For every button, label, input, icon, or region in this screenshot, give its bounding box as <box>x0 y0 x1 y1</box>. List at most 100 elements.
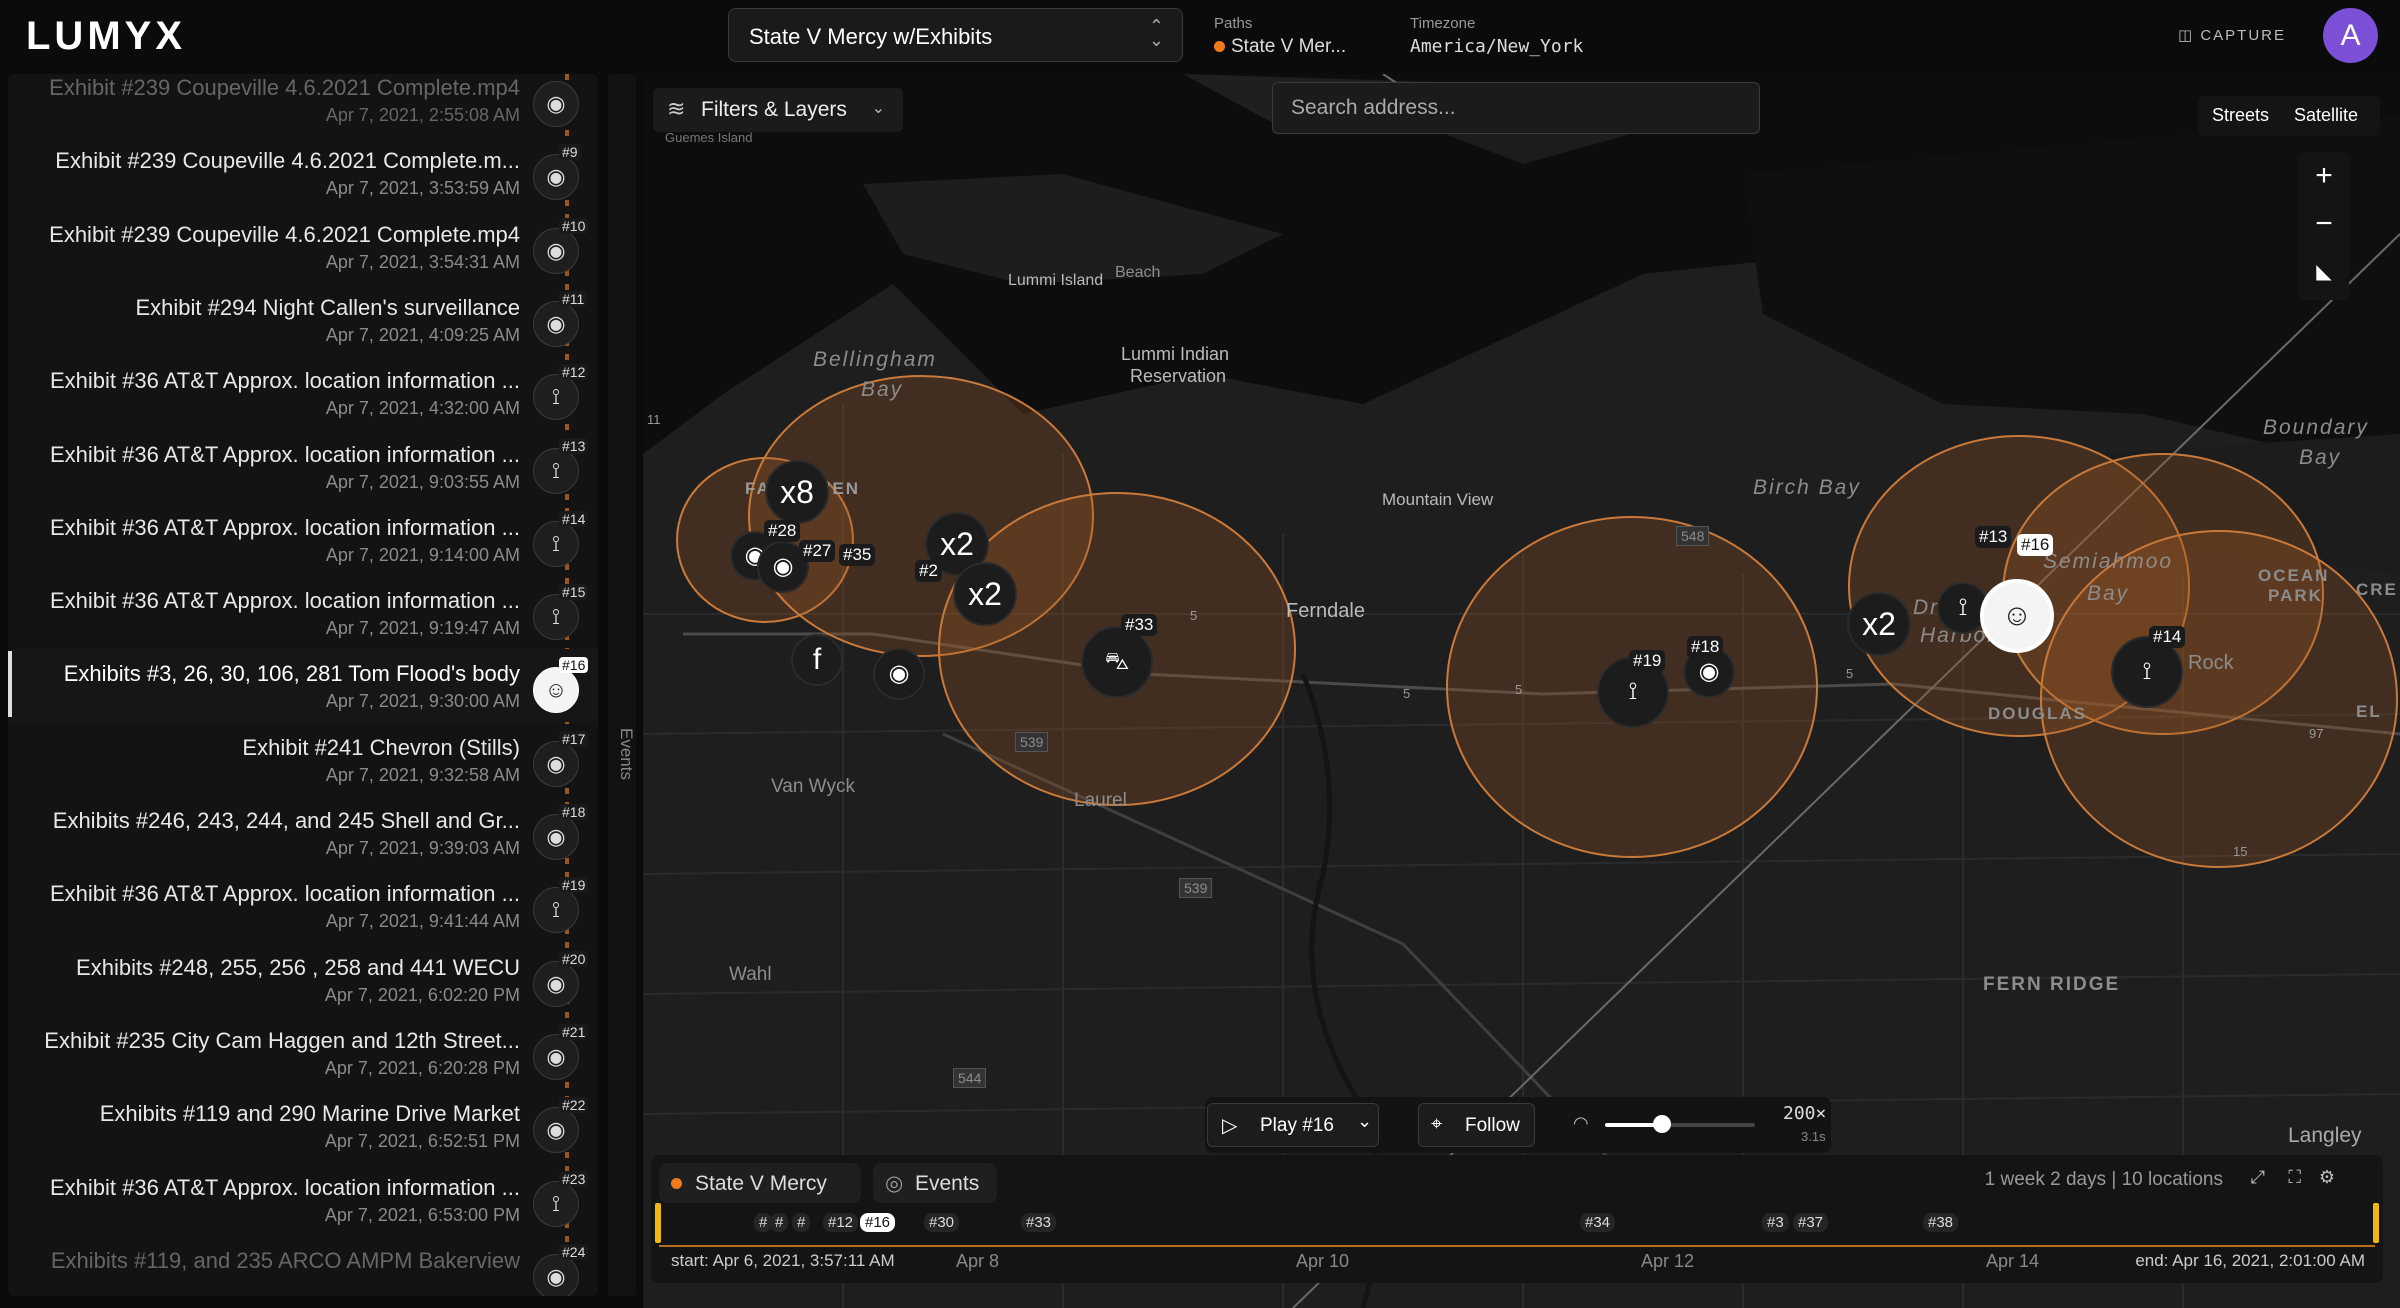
camera-icon[interactable]: ◉ <box>533 1107 579 1153</box>
phone-signal-icon[interactable]: ⟟ <box>533 887 579 933</box>
playback-controls: ▷ Play #16 ⌄ ⌖ Follow ◠ 200× 3.1s <box>1205 1097 1831 1153</box>
compass-icon[interactable]: ◣ <box>2299 248 2349 296</box>
event-list-item[interactable]: Exhibits #246, 243, 244, and 245 Shell a… <box>8 796 598 869</box>
event-title: Exhibits #246, 243, 244, and 245 Shell a… <box>52 808 520 833</box>
camera-icon[interactable]: ◉ <box>533 154 579 200</box>
event-list-item[interactable]: Exhibit #241 Chevron (Stills) Apr 7, 2021… <box>8 723 598 796</box>
timeline-event-marker[interactable]: #12 <box>823 1213 859 1232</box>
event-list-item[interactable]: Exhibit #36 AT&T Approx. location inform… <box>8 430 598 503</box>
event-list-item[interactable]: Exhibit #36 AT&T Approx. location inform… <box>8 503 598 576</box>
camera-icon[interactable]: ◉ <box>873 648 925 700</box>
cluster-marker[interactable]: x2 <box>1847 592 1911 656</box>
phone-signal-icon[interactable]: ⟟ <box>533 521 579 567</box>
car-icon[interactable]: ⛍ <box>1081 626 1153 698</box>
cluster-marker[interactable]: x8 <box>765 460 829 524</box>
label-boundary-bay-2: Bay <box>2299 446 2342 469</box>
streets-button[interactable]: Streets <box>2212 105 2269 126</box>
capture-label: CAPTURE <box>2200 27 2287 44</box>
event-number-badge: #22 <box>559 1097 589 1113</box>
timeline-event-marker[interactable]: #30 <box>924 1213 960 1232</box>
event-number-badge: #14 <box>559 511 589 527</box>
event-list-item[interactable]: Exhibit #36 AT&T Approx. location inform… <box>8 356 598 429</box>
zoom-in-button[interactable]: + <box>2299 152 2349 200</box>
timeline-event-marker[interactable]: #34 <box>1580 1213 1616 1232</box>
timeline-event-marker[interactable]: # <box>770 1213 789 1232</box>
camera-icon[interactable]: ◉ <box>533 301 579 347</box>
fullscreen-icon[interactable]: ⛶ <box>2288 1167 2301 1188</box>
speed-slider-track[interactable] <box>1605 1115 1755 1133</box>
label-boundary-bay: Boundary <box>2263 416 2369 439</box>
timeline-event-marker[interactable]: # <box>792 1213 811 1232</box>
facebook-icon[interactable]: f <box>791 634 843 686</box>
person-icon[interactable]: ☺ <box>533 667 579 713</box>
paths-value-text: State V Mer... <box>1231 36 1347 57</box>
event-list-item[interactable]: Exhibits #119, and 235 ARCO AMPM Bakervi… <box>8 1236 598 1296</box>
satellite-button[interactable]: Satellite <box>2294 105 2358 126</box>
camera-icon[interactable]: ◉ <box>533 814 579 860</box>
map-type-toggle: Streets Satellite <box>2198 96 2380 136</box>
capture-button[interactable]: ◫ CAPTURE <box>2178 26 2286 44</box>
event-list-item[interactable]: Exhibits #3, 26, 30, 106, 281 Tom Flood'… <box>8 649 598 722</box>
events-pill[interactable]: ◎ Events <box>873 1163 997 1203</box>
timeline-start-handle[interactable] <box>655 1203 661 1243</box>
filters-layers-button[interactable]: ≋ Filters & Layers ⌄ <box>653 88 903 132</box>
path-select[interactable]: State V Mercy w/Exhibits ⌃ ⌄ <box>728 8 1183 62</box>
timeline-event-marker-selected[interactable]: #16 <box>860 1213 896 1232</box>
address-search[interactable] <box>1272 82 1760 134</box>
expand-icon[interactable]: ⤢ <box>2251 1167 2265 1188</box>
label-ocean-park-2: PARK <box>2268 586 2323 605</box>
interstate-shield-5: 5 <box>1190 608 1198 623</box>
camera-icon[interactable]: ◉ <box>533 961 579 1007</box>
chevron-down-icon: ⌄ <box>1357 1111 1373 1131</box>
camera-icon[interactable]: ◉ <box>533 81 579 127</box>
event-list-item[interactable]: Exhibit #239 Coupeville 4.6.2021 Complet… <box>8 74 598 136</box>
timeline-end-handle[interactable] <box>2373 1203 2379 1243</box>
path-color-dot <box>671 1178 682 1189</box>
play-options-dropdown[interactable]: ⌄ <box>1349 1103 1383 1147</box>
event-timestamp: Apr 7, 2021, 9:39:03 AM <box>325 838 520 858</box>
user-avatar[interactable]: A <box>2323 8 2378 63</box>
phone-signal-icon[interactable]: ⟟ <box>533 1181 579 1227</box>
zoom-out-button[interactable]: − <box>2299 200 2349 248</box>
timeline-event-marker[interactable]: #38 <box>1923 1213 1959 1232</box>
event-list-item[interactable]: Exhibit #36 AT&T Approx. location inform… <box>8 1163 598 1236</box>
camera-icon[interactable]: ◉ <box>533 1254 579 1296</box>
camera-icon[interactable]: ◉ <box>533 1034 579 1080</box>
event-title: Exhibit #294 Night Callen's surveillance <box>135 295 520 320</box>
event-list-item[interactable]: Exhibit #235 City Cam Haggen and 12th St… <box>8 1016 598 1089</box>
timezone-value[interactable]: America/New_York <box>1410 36 1583 57</box>
label-fern-ridge: FERN RIDGE <box>1983 974 2121 995</box>
highway-shield-97: 97 <box>2309 726 2324 741</box>
timeline-event-marker[interactable]: #3 <box>1762 1213 1789 1232</box>
label-lummi-island: Lummi Island <box>1008 272 1104 289</box>
event-list-item[interactable]: Exhibit #36 AT&T Approx. location inform… <box>8 869 598 942</box>
follow-button[interactable]: ⌖ Follow <box>1418 1103 1535 1147</box>
phone-signal-icon[interactable]: ⟟ <box>533 594 579 640</box>
search-input[interactable] <box>1289 95 1733 121</box>
camera-icon[interactable]: ◉ <box>533 228 579 274</box>
event-list-item[interactable]: Exhibits #248, 255, 256 , 258 and 441 WE… <box>8 943 598 1016</box>
camera-icon[interactable]: ◉ <box>533 741 579 787</box>
phone-signal-icon[interactable]: ⟟ <box>533 374 579 420</box>
event-list-item[interactable]: Exhibit #36 AT&T Approx. location inform… <box>8 576 598 649</box>
events-tab[interactable]: Events <box>608 74 636 1296</box>
cluster-marker[interactable]: x2 <box>953 562 1017 626</box>
speed-slider-knob[interactable] <box>1653 1115 1671 1133</box>
event-list-item[interactable]: Exhibit #239 Coupeville 4.6.2021 Complet… <box>8 136 598 209</box>
timeline-event-marker[interactable]: #33 <box>1021 1213 1057 1232</box>
event-list-item[interactable]: Exhibits #119 and 290 Marine Drive Marke… <box>8 1089 598 1162</box>
event-number-badge: #21 <box>559 1024 589 1040</box>
event-list-item[interactable]: Exhibit #294 Night Callen's surveillance… <box>8 283 598 356</box>
label-douglas: DOUGLAS <box>1988 704 2087 723</box>
settings-icon[interactable]: ⚙ <box>2319 1167 2335 1188</box>
paths-value[interactable]: State V Mer... <box>1214 36 1346 58</box>
timeline-event-marker[interactable]: #37 <box>1793 1213 1829 1232</box>
person-icon[interactable]: ☺ <box>1980 579 2054 653</box>
event-timestamp: Apr 7, 2021, 3:54:31 AM <box>325 252 520 272</box>
event-number-badge: #17 <box>559 731 589 747</box>
event-list-item[interactable]: Exhibit #239 Coupeville 4.6.2021 Complet… <box>8 210 598 283</box>
timeline-panel: State V Mercy ◎ Events 1 week 2 days | 1… <box>651 1155 2383 1283</box>
timeline-date-label: Apr 10 <box>1296 1251 1350 1271</box>
path-pill[interactable]: State V Mercy <box>659 1163 861 1203</box>
phone-signal-icon[interactable]: ⟟ <box>533 448 579 494</box>
